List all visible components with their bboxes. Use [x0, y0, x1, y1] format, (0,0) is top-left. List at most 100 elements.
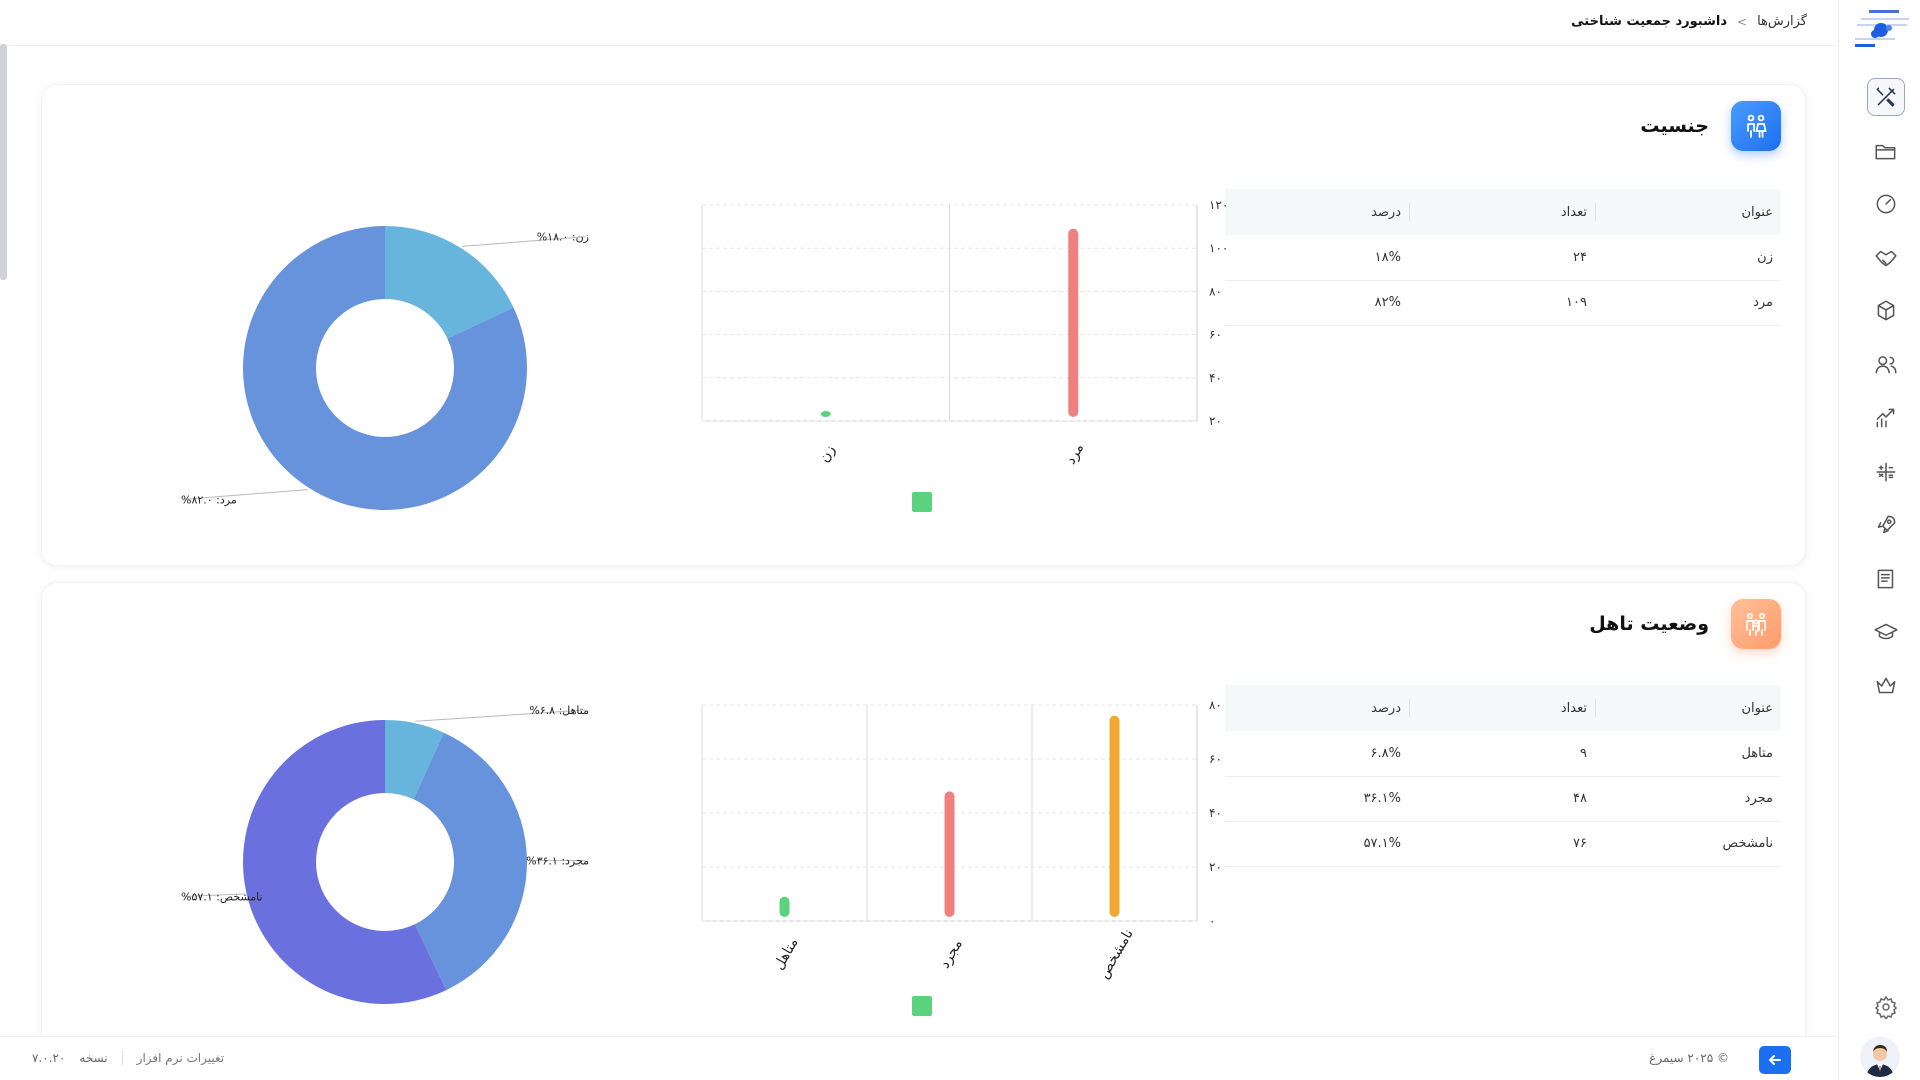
x-tick-label: نامشخص: [1096, 926, 1137, 981]
y-tick-label: ۴۰: [1209, 806, 1222, 820]
sidebar-item-handshake[interactable]: [1867, 239, 1905, 277]
marital-card-title: وضعیت تاهل: [1589, 613, 1709, 635]
cell-percent: ۵۷.۱%: [1225, 821, 1409, 867]
version-number: ۷.۰.۲۰: [32, 1051, 66, 1065]
y-tick-label: ۲۰: [1209, 860, 1222, 874]
y-tick-label: ۸۰: [1209, 698, 1222, 712]
footer-meta: تغییرات نرم افزار نسخه ۷.۰.۲۰: [32, 1051, 224, 1065]
col-header-percent[interactable]: درصد: [1225, 685, 1409, 731]
sidebar-item-tools[interactable]: [1867, 78, 1905, 116]
gender-card: جنسیت عنوان تعداد درصد زن ۲۴ ۱۸% مرد ۱۰۹: [41, 84, 1806, 566]
page-scrollbar[interactable]: [0, 44, 7, 280]
sidebar-item-cubes[interactable]: [1867, 292, 1905, 330]
slice-label: زن: ۱۸.۰%: [537, 231, 589, 244]
sidebar-item-crown[interactable]: [1867, 667, 1905, 705]
chart-growth-icon: [1876, 408, 1895, 428]
marital-bar-chart: ۰ ۲۰ ۴۰ ۶۰ ۸۰ متاهل مجرد نامشخص: [701, 698, 1222, 982]
marital-donut-chart: متاهل: ۶.۸% مجرد: ۳۶.۱% نامشخص: ۵۷.۱%: [181, 704, 589, 1004]
bar[interactable]: [779, 896, 790, 917]
cell-percent: ۳۶.۱%: [1225, 776, 1409, 822]
gender-card-header: جنسیت: [1640, 101, 1781, 151]
y-tick-label: ۱۰۰: [1209, 241, 1228, 255]
cell-title: زن: [1595, 235, 1781, 281]
sidebar-item-folder[interactable]: [1867, 132, 1905, 170]
cell-title: مجرد: [1595, 776, 1781, 822]
app-root: گزارش‌ها > داشبورد جمعیت شناختی جنسیت عن…: [0, 0, 1920, 1080]
crown-icon: [1876, 677, 1896, 693]
table-row: مجرد ۴۸ ۳۶.۱%: [1225, 776, 1781, 822]
collapse-sidebar-button[interactable]: [1759, 1046, 1791, 1074]
cell-count: ۷۶: [1409, 821, 1595, 867]
x-tick-label: متاهل: [771, 935, 802, 972]
calculator-icon: [1876, 462, 1896, 481]
settings-gear-icon[interactable]: [1871, 992, 1901, 1022]
breadcrumb-separator: >: [1737, 14, 1748, 29]
slice-label: مجرد: ۳۶.۱%: [526, 855, 589, 868]
cell-title: مرد: [1595, 280, 1781, 326]
table-header-row: عنوان تعداد درصد: [1225, 685, 1781, 731]
sidebar-item-book[interactable]: [1867, 560, 1905, 598]
gender-table: عنوان تعداد درصد زن ۲۴ ۱۸% مرد ۱۰۹ ۸۲%: [1225, 189, 1781, 326]
donut-slice[interactable]: [413, 732, 527, 991]
cell-percent: ۱۸%: [1225, 235, 1409, 281]
slice-label: مرد: ۸۲.۰%: [181, 493, 237, 506]
y-tick-label: ۶۰: [1209, 752, 1222, 766]
cell-title: متاهل: [1595, 731, 1781, 777]
y-tick-label: ۸۰: [1209, 284, 1222, 298]
graduation-cap-icon: [1874, 623, 1898, 640]
marital-card: وضعیت تاهل عنوان تعداد درصد متاهل ۹ ۶.۸%…: [41, 582, 1806, 1042]
x-tick-label: مجرد: [937, 937, 966, 971]
gender-card-title: جنسیت: [1640, 115, 1709, 137]
gender-bar-chart: ۲۰ ۴۰ ۶۰ ۸۰ ۱۰۰ ۱۲۰ زن مرد: [701, 198, 1228, 468]
col-header-count[interactable]: تعداد: [1409, 189, 1595, 235]
y-tick-label: ۴۰: [1209, 371, 1222, 385]
sidebar: [1838, 0, 1920, 1080]
marital-table: عنوان تعداد درصد متاهل ۹ ۶.۸% مجرد ۴۸ ۳۶…: [1225, 685, 1781, 867]
cell-count: ۲۴: [1409, 235, 1595, 281]
book-icon: [1877, 569, 1894, 588]
footer: © ۲۰۲۵ سیمرغ تغییرات نرم افزار نسخه ۷.۰.…: [0, 1036, 1837, 1080]
top-bar: گزارش‌ها > داشبورد جمعیت شناختی: [0, 0, 1837, 46]
breadcrumb-reports-link[interactable]: گزارش‌ها: [1757, 14, 1807, 29]
cell-title: نامشخص: [1595, 821, 1781, 867]
software-changes-link[interactable]: تغییرات نرم افزار: [137, 1051, 224, 1065]
sidebar-item-users[interactable]: [1867, 346, 1905, 384]
col-header-title[interactable]: عنوان: [1595, 189, 1781, 235]
table-row: زن ۲۴ ۱۸%: [1225, 235, 1781, 281]
col-header-title[interactable]: عنوان: [1595, 685, 1781, 731]
sidebar-item-gauge[interactable]: [1867, 185, 1905, 223]
cell-percent: ۶.۸%: [1225, 731, 1409, 777]
cubes-icon: [1877, 300, 1895, 321]
col-header-count[interactable]: تعداد: [1409, 685, 1595, 731]
tools-icon: [1876, 87, 1896, 107]
table-row: متاهل ۹ ۶.۸%: [1225, 731, 1781, 777]
table-row: مرد ۱۰۹ ۸۲%: [1225, 280, 1781, 326]
folder-icon: [1875, 144, 1896, 159]
bar[interactable]: [1109, 715, 1120, 917]
breadcrumb: گزارش‌ها > داشبورد جمعیت شناختی: [1571, 14, 1807, 29]
marital-card-header: وضعیت تاهل: [1589, 599, 1781, 649]
x-tick-label: مرد: [1063, 441, 1088, 468]
marital-bar-legend-swatch[interactable]: [912, 996, 932, 1016]
cell-count: ۴۸: [1409, 776, 1595, 822]
breadcrumb-current: داشبورد جمعیت شناختی: [1571, 14, 1727, 29]
footer-divider: [121, 1051, 123, 1065]
y-tick-label: ۶۰: [1209, 328, 1222, 342]
bar[interactable]: [944, 791, 955, 917]
sidebar-item-chart-growth[interactable]: [1867, 399, 1905, 437]
gender-donut-chart: زن: ۱۸.۰% مرد: ۸۲.۰%: [181, 226, 589, 510]
sidebar-item-rocket[interactable]: [1867, 506, 1905, 544]
user-avatar[interactable]: [1860, 1037, 1900, 1077]
users-icon: [1875, 355, 1897, 373]
y-tick-label: ۲۰: [1209, 414, 1222, 428]
table-header-row: عنوان تعداد درصد: [1225, 189, 1781, 235]
sidebar-item-graduation-cap[interactable]: [1867, 613, 1905, 651]
gender-bar-legend-swatch[interactable]: [912, 492, 932, 512]
family-icon: [1731, 599, 1781, 649]
bar[interactable]: [1068, 228, 1079, 417]
version-label: نسخه: [79, 1051, 108, 1065]
arrow-left-icon: [1769, 1055, 1781, 1065]
sidebar-item-calculator[interactable]: [1867, 453, 1905, 491]
col-header-percent[interactable]: درصد: [1225, 189, 1409, 235]
bar[interactable]: [820, 411, 831, 417]
